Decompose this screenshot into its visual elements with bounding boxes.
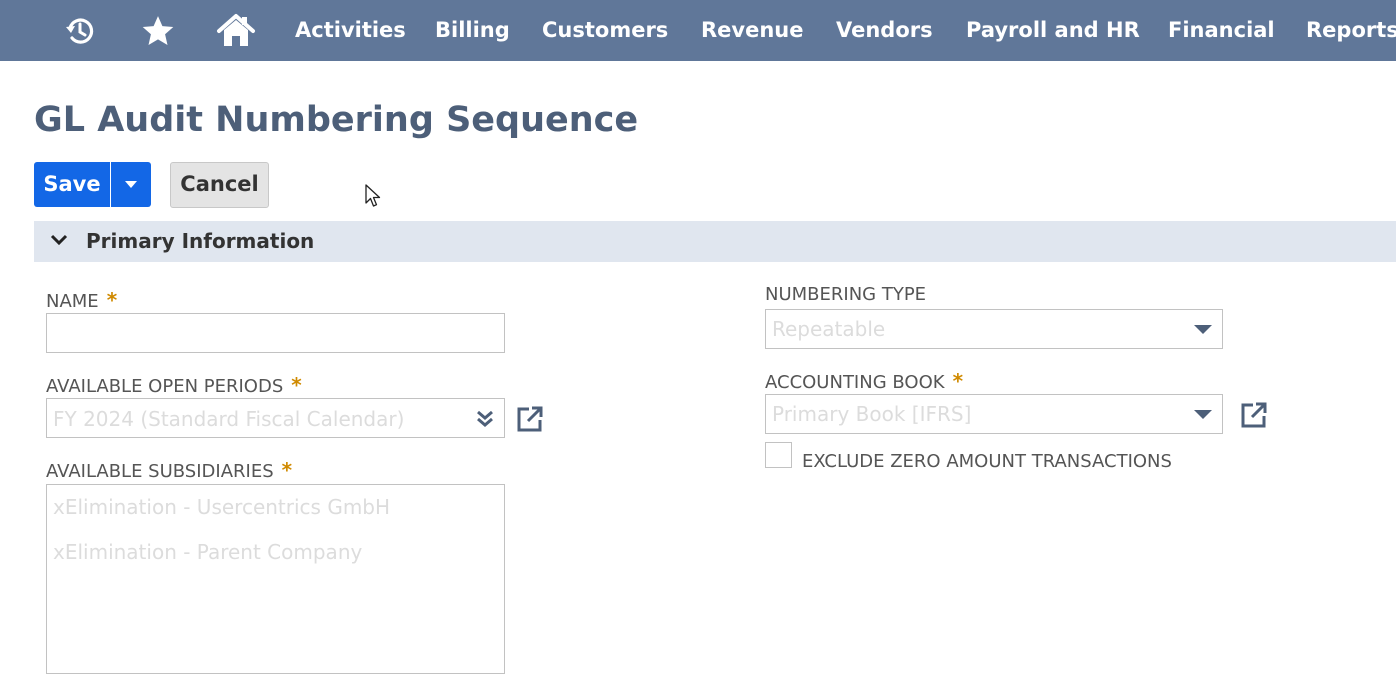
- star-icon[interactable]: [138, 0, 178, 61]
- accounting-book-external-link-icon[interactable]: [1240, 401, 1268, 433]
- name-label: NAME *: [46, 288, 118, 312]
- top-nav: Activities Billing Customers Revenue Ven…: [0, 0, 1396, 61]
- mouse-pointer-icon: [364, 183, 382, 213]
- caret-down-icon: [1194, 325, 1212, 334]
- numbering-type-select[interactable]: Repeatable: [765, 309, 1223, 349]
- nav-item-reports[interactable]: Reports: [1306, 0, 1396, 61]
- open-periods-external-link-icon[interactable]: [516, 405, 544, 437]
- nav-item-payroll-hr[interactable]: Payroll and HR: [966, 0, 1140, 61]
- open-periods-select[interactable]: FY 2024 (Standard Fiscal Calendar): [46, 398, 505, 438]
- cancel-button[interactable]: Cancel: [170, 162, 269, 208]
- required-indicator: *: [952, 369, 964, 393]
- open-periods-label: AVAILABLE OPEN PERIODS *: [46, 373, 302, 397]
- accounting-book-select[interactable]: Primary Book [IFRS]: [765, 394, 1223, 434]
- section-title: Primary Information: [86, 229, 315, 253]
- caret-down-icon: [125, 181, 137, 188]
- subsidiaries-multiselect[interactable]: xElimination - Usercentrics GmbH xElimin…: [46, 484, 505, 674]
- list-item[interactable]: xElimination - Parent Company: [53, 540, 362, 564]
- required-indicator: *: [291, 373, 302, 397]
- nav-item-revenue[interactable]: Revenue: [701, 0, 804, 61]
- subsidiaries-label: AVAILABLE SUBSIDIARIES *: [46, 458, 293, 482]
- required-indicator: *: [106, 288, 118, 312]
- accounting-book-label: ACCOUNTING BOOK *: [765, 369, 964, 393]
- nav-item-financial[interactable]: Financial: [1168, 0, 1275, 61]
- section-primary-information[interactable]: Primary Information: [34, 221, 1396, 262]
- page-title: GL Audit Numbering Sequence: [34, 100, 639, 140]
- nav-item-activities[interactable]: Activities: [295, 0, 406, 61]
- nav-item-vendors[interactable]: Vendors: [836, 0, 933, 61]
- list-item[interactable]: xElimination - Usercentrics GmbH: [53, 495, 390, 519]
- nav-item-billing[interactable]: Billing: [435, 0, 510, 61]
- double-chevron-down-icon[interactable]: [475, 409, 495, 429]
- save-options-button[interactable]: [111, 162, 151, 207]
- numbering-type-label: NUMBERING TYPE: [765, 284, 927, 305]
- save-button[interactable]: Save: [34, 162, 110, 207]
- home-icon[interactable]: [214, 0, 258, 61]
- exclude-zero-label: EXCLUDE ZERO AMOUNT TRANSACTIONS: [802, 451, 1172, 472]
- name-field[interactable]: [46, 313, 505, 353]
- exclude-zero-checkbox[interactable]: [765, 442, 792, 468]
- recent-history-icon[interactable]: [60, 0, 100, 61]
- chevron-down-icon: [50, 234, 68, 246]
- caret-down-icon: [1194, 410, 1212, 419]
- nav-item-customers[interactable]: Customers: [542, 0, 668, 61]
- required-indicator: *: [281, 458, 293, 482]
